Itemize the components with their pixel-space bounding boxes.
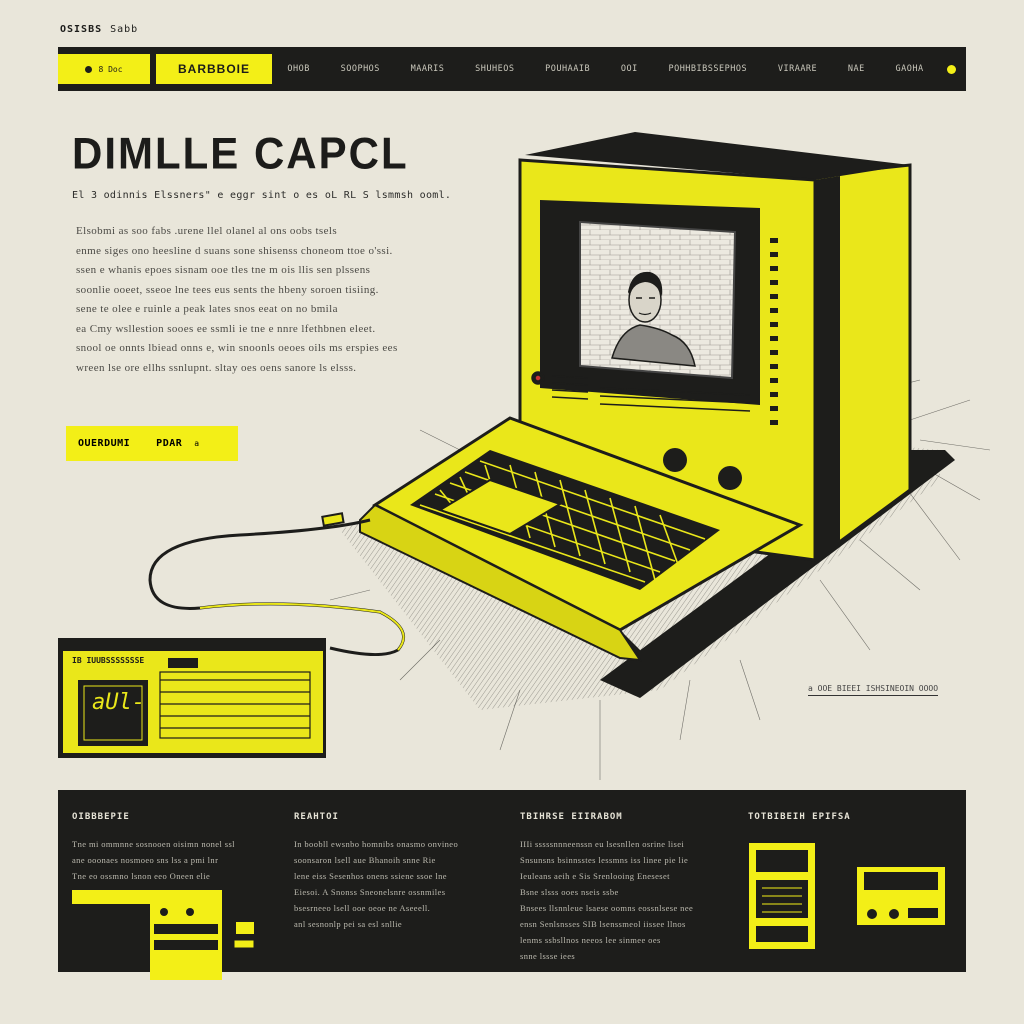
body-line: ea Cmy wsllestion sooes ee ssmli ie tne …: [76, 322, 376, 335]
footer-line: soonsaron lsell aue Bhanoih snne Rie: [294, 855, 436, 865]
nav-links: OHOB SOOPHOS MAARIS SHUHEOS POUHAAIB OOI…: [272, 64, 947, 74]
footer-column: OIBBBEPIE Tne mi ommnne sosnooen oisimn …: [72, 812, 282, 984]
nav-link[interactable]: POUHAAIB: [545, 64, 590, 74]
nav-home-pill[interactable]: 8 Doc: [58, 54, 150, 84]
top-navbar: 8 Doc BARBBOIE OHOB SOOPHOS MAARIS SHUHE…: [58, 47, 966, 91]
footer-line: Bsne slsss ooes nseis ssbe: [520, 887, 619, 897]
nav-link[interactable]: POHHBIBSSEPHOS: [668, 64, 747, 74]
body-line: Elsobmi as soo fabs .urene llel olanel a…: [76, 225, 337, 237]
illustration-caption: a OOE BIEEI ISHSINEOIN OOOO: [808, 684, 939, 696]
nav-pill-label: 8 Doc: [98, 64, 123, 74]
dot-icon: [85, 65, 93, 73]
footer-line: ensn Senlsnsses SIB lsenssmeol iissee ll…: [520, 919, 686, 929]
body-line: sene te olee e ruinle a peak lates snos …: [76, 303, 338, 315]
footer-line: bsesrneeo lsell ooe oeoe ne Aseeell.: [294, 903, 431, 913]
site-sub: Sabb: [110, 24, 139, 35]
footer-column: TOTBIBEIH EPIFSA: [747, 812, 958, 960]
device-label: IB IUUBSSSSSSSE: [72, 656, 145, 665]
cta-label-right: PDAR: [156, 438, 183, 449]
cta-mark: a: [194, 439, 200, 448]
footer-line: Tne mi ommnne sosnooen oisimn nonel ssl: [72, 839, 235, 849]
footer-device-sketch: [72, 890, 255, 980]
hero-subtitle: El 3 odinnis Elssners" e eggr sint o es …: [72, 190, 452, 201]
status-dot-icon: [947, 64, 956, 74]
footer-line: lenms ssbsllnos neeos lee sinmee oes: [520, 935, 661, 945]
body-line: ssen e whanis epoes sisnam ooe tles tne …: [76, 264, 371, 276]
nav-link[interactable]: VIRAARE: [778, 64, 817, 74]
footer-heading: REAHTOI: [294, 812, 339, 822]
footer-column: TBIHRSE EIIRABOM IIIi sssssnnneenssn eu …: [520, 812, 710, 964]
nav-link[interactable]: SOOPHOS: [341, 64, 380, 74]
site-label: OSISBS Sabb: [60, 24, 138, 35]
footer-heading: OIBBBEPIE: [72, 812, 130, 822]
footer-line: lene eiss Sesenhos onens ssiene ssoe lne: [294, 871, 447, 881]
footer-line: anl sesnonlp pei sa esl snllie: [294, 919, 403, 929]
footer-line: Bnsees llsnnleue lsaese oomns eossnlsese…: [520, 903, 694, 913]
footer-line: Ieuleans aeih e Sis Srenlooing Eneseset: [520, 871, 670, 881]
footer-column: REAHTOI In boobll ewsnbo homnibs onasmo …: [294, 812, 484, 932]
footer-line: ane ooonaes nosmoeo sns lss a pmi lnr: [72, 855, 219, 865]
footer-line: Eiesoi. A Snonss Sneonelsnre ossnmiles: [294, 887, 446, 897]
knob-icon: [663, 448, 687, 472]
footer-heading: TBIHRSE EIIRABOM: [520, 812, 623, 822]
nav-link[interactable]: OHOB: [287, 64, 309, 74]
footer-line: IIIi sssssnnneenssn eu lsesnllen osrine …: [520, 839, 685, 849]
footer-line: Tne eo ossmno lsnon eeo Oneen elie: [72, 871, 211, 881]
footer-panel: OIBBBEPIE Tne mi ommnne sosnooen oisimn …: [58, 790, 966, 980]
footer-heading: TOTBIBEIH EPIFSA: [748, 812, 851, 822]
hero-body: Elsobmi as soo fabs .urene llel olanel a…: [76, 222, 446, 378]
footer-devices-sketch: [747, 841, 947, 951]
nav-brand[interactable]: BARBBOIE: [154, 54, 273, 84]
body-line: soonlie ooeet, sseoe lne tees eus sents …: [76, 283, 379, 296]
body-line: enme siges ono heesline d suans sone shi…: [76, 244, 393, 257]
footer-line: snne lssse iees: [520, 951, 576, 961]
cta-button[interactable]: OUERDUMI PDAR a: [66, 426, 238, 461]
knob-icon: [718, 466, 742, 490]
device-display: aUl-: [92, 690, 145, 715]
cta-label-left: OUERDUMI: [78, 438, 131, 449]
nav-link[interactable]: NAE: [848, 64, 865, 74]
body-line: snool oe onnts lbiead onns e, win snoonl…: [76, 342, 398, 354]
footer-line: In boobll ewsnbo homnibs onasmo onvineo: [294, 839, 459, 849]
nav-link[interactable]: OOI: [621, 64, 638, 74]
nav-link[interactable]: SHUHEOS: [475, 64, 514, 74]
site-name: OSISBS: [60, 24, 103, 35]
body-line: wreen lse ore ellhs ssnlupnt. sltay oes …: [76, 361, 357, 374]
footer-line: Snsunsns bsinnsstes lessmns iss linee pi…: [520, 855, 689, 865]
page-title: DIMLLE CAPCL: [72, 128, 409, 179]
nav-link[interactable]: GAOHA: [896, 64, 924, 74]
nav-link[interactable]: MAARIS: [411, 64, 445, 74]
